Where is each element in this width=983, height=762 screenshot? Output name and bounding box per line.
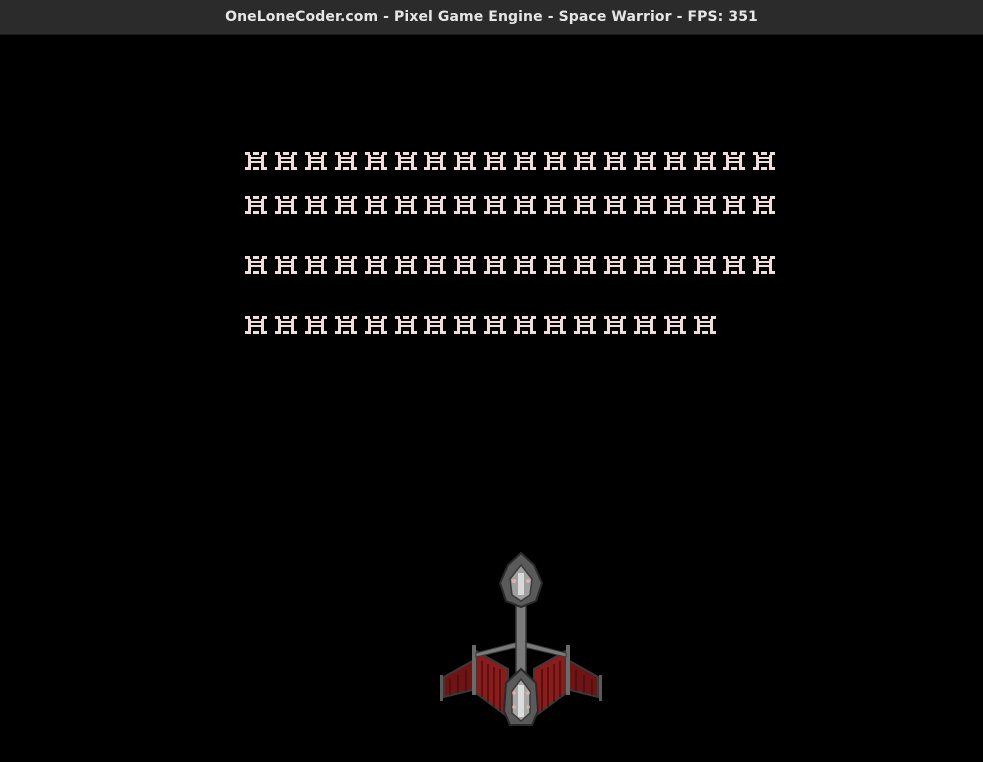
enemy-glyph-icon xyxy=(723,256,745,274)
enemy-glyph-icon xyxy=(664,256,686,274)
enemy-glyph-icon xyxy=(723,152,745,170)
enemy-glyph-icon xyxy=(424,196,446,214)
enemy-glyph-icon xyxy=(365,316,387,334)
enemy-glyph-icon xyxy=(275,316,297,334)
enemy-glyph-icon xyxy=(604,152,626,170)
enemy-glyph-icon xyxy=(574,196,596,214)
enemy-glyph-icon xyxy=(574,152,596,170)
enemy-glyph-icon xyxy=(335,256,357,274)
enemy-glyph-icon xyxy=(574,316,596,334)
enemy-glyph-icon xyxy=(723,196,745,214)
enemy-glyph-icon xyxy=(365,256,387,274)
enemy-glyph-icon xyxy=(694,316,716,334)
enemy-glyph-icon xyxy=(424,256,446,274)
enemy-glyph-icon xyxy=(634,196,656,214)
enemy-glyph-icon xyxy=(544,316,566,334)
game-viewport[interactable] xyxy=(0,35,983,762)
enemy-glyph-icon xyxy=(245,316,267,334)
enemy-glyph-icon xyxy=(424,316,446,334)
enemy-glyph-icon xyxy=(484,316,506,334)
enemy-glyph-icon xyxy=(484,256,506,274)
enemy-glyph-icon xyxy=(275,152,297,170)
enemy-glyph-icon xyxy=(245,152,267,170)
enemy-glyph-icon xyxy=(664,152,686,170)
enemy-glyph-icon xyxy=(544,152,566,170)
enemy-glyph-icon xyxy=(305,152,327,170)
enemy-glyph-icon xyxy=(395,152,417,170)
enemy-glyph-icon xyxy=(604,256,626,274)
enemy-glyph-icon xyxy=(454,196,476,214)
enemy-glyph-icon xyxy=(753,196,775,214)
enemy-glyph-icon xyxy=(365,152,387,170)
enemy-glyph-icon xyxy=(544,256,566,274)
enemy-glyph-icon xyxy=(514,316,536,334)
enemy-glyph-icon xyxy=(245,256,267,274)
enemy-glyph-icon xyxy=(604,316,626,334)
enemy-glyph-icon xyxy=(395,196,417,214)
enemy-glyph-icon xyxy=(753,152,775,170)
window-titlebar[interactable]: OneLoneCoder.com - Pixel Game Engine - S… xyxy=(0,0,983,35)
enemy-glyph-icon xyxy=(484,196,506,214)
enemy-glyph-icon xyxy=(335,316,357,334)
enemy-glyph-icon xyxy=(753,256,775,274)
player-spaceship-icon xyxy=(436,551,606,727)
window-title: OneLoneCoder.com - Pixel Game Engine - S… xyxy=(225,9,758,25)
enemy-glyph-icon xyxy=(395,316,417,334)
enemy-glyph-icon xyxy=(574,256,596,274)
enemy-glyph-icon xyxy=(275,256,297,274)
enemy-glyph-icon xyxy=(365,196,387,214)
enemy-glyph-icon xyxy=(395,256,417,274)
enemy-glyph-icon xyxy=(424,152,446,170)
enemy-glyph-icon xyxy=(634,316,656,334)
enemy-glyph-icon xyxy=(335,196,357,214)
enemy-glyph-icon xyxy=(604,196,626,214)
enemy-glyph-icon xyxy=(694,256,716,274)
enemy-glyph-icon xyxy=(694,196,716,214)
enemy-glyph-icon xyxy=(544,196,566,214)
enemy-glyph-icon xyxy=(305,196,327,214)
enemy-glyph-icon xyxy=(664,316,686,334)
enemy-glyph-icon xyxy=(514,196,536,214)
enemy-glyph-icon xyxy=(305,256,327,274)
enemy-glyph-icon xyxy=(484,152,506,170)
enemy-glyph-icon xyxy=(514,256,536,274)
enemy-glyph-icon xyxy=(245,196,267,214)
enemy-glyph-icon xyxy=(275,196,297,214)
enemy-glyph-icon xyxy=(335,152,357,170)
enemy-glyph-icon xyxy=(454,256,476,274)
enemy-glyph-icon xyxy=(514,152,536,170)
enemy-glyph-icon xyxy=(454,316,476,334)
enemy-glyph-icon xyxy=(634,152,656,170)
enemy-glyph-icon xyxy=(694,152,716,170)
enemy-glyph-icon xyxy=(305,316,327,334)
enemy-glyph-icon xyxy=(664,196,686,214)
enemy-glyph-icon xyxy=(634,256,656,274)
enemy-glyph-icon xyxy=(454,152,476,170)
